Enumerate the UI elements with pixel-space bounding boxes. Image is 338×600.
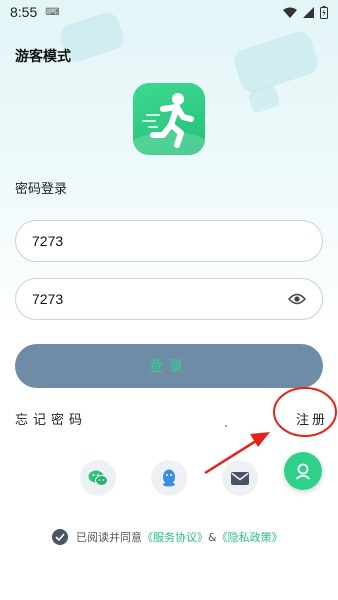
forgot-password-link[interactable]: 忘记密码 <box>15 409 87 428</box>
user-icon <box>295 463 311 480</box>
mail-login-button[interactable] <box>222 460 258 496</box>
password-input[interactable]: 7273 <box>15 278 323 320</box>
agreement-text: 已阅读并同意 <box>76 531 142 544</box>
agreement-checkbox[interactable] <box>52 529 68 545</box>
wechat-login-button[interactable] <box>80 460 116 496</box>
mail-icon <box>231 471 249 485</box>
account-input[interactable]: 7273 <box>15 220 323 262</box>
qq-login-button[interactable] <box>151 460 187 496</box>
account-value: 7273 <box>32 233 64 249</box>
agreement-row: 已阅读并同意 《服务协议》 & 《隐私政策》 <box>52 529 283 545</box>
status-time: 8:55 <box>10 4 38 20</box>
wifi-icon <box>283 7 297 18</box>
keyboard-icon: ⌨ <box>45 6 60 18</box>
privacy-policy-link[interactable]: 《隐私政策》 <box>217 529 283 545</box>
guest-mode-link[interactable]: 游客模式 <box>15 46 71 66</box>
check-icon <box>55 533 65 541</box>
password-login-label: 密码登录 <box>15 182 68 197</box>
annotation-dot <box>225 425 227 427</box>
ampersand: & <box>208 530 217 544</box>
login-button[interactable]: 登录 <box>15 344 323 388</box>
status-icons <box>283 5 328 19</box>
annotation-arrow-head <box>250 432 270 447</box>
background-decoration <box>231 28 321 96</box>
wechat-icon <box>88 470 108 486</box>
customer-service-button[interactable] <box>284 452 322 490</box>
qq-icon <box>163 469 175 487</box>
eye-icon[interactable] <box>288 293 306 305</box>
service-agreement-link[interactable]: 《服务协议》 <box>142 529 208 545</box>
app-logo <box>133 83 205 155</box>
signal-icon <box>303 6 314 18</box>
battery-icon <box>320 5 328 19</box>
password-value: 7273 <box>32 291 64 307</box>
status-bar: 8:55 ⌨ <box>0 0 338 24</box>
register-link[interactable]: 注册 <box>296 409 328 428</box>
running-man-icon <box>142 93 194 148</box>
